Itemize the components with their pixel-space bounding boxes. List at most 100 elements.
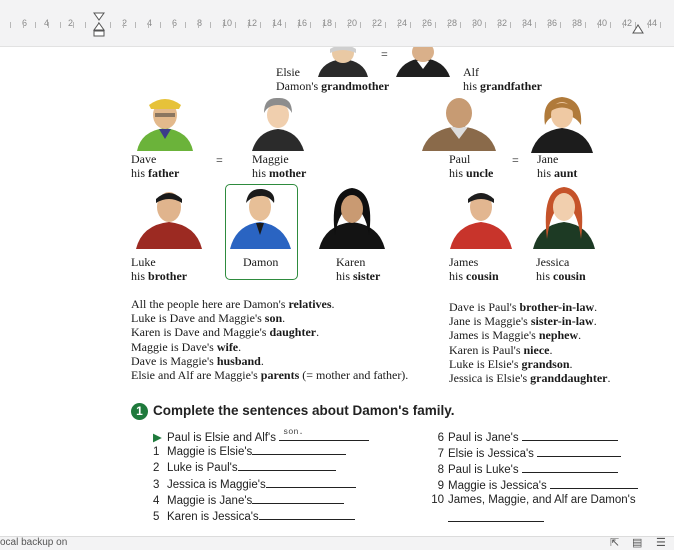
ruler-tick	[385, 22, 386, 28]
ruler-tick	[510, 22, 511, 28]
facts-right-column: Dave is Paul's brother-in-law. Jane is M…	[449, 300, 611, 385]
exercise-item: 2 Luke is Paul's	[153, 460, 336, 475]
james-relation: his cousin	[449, 269, 499, 283]
ruler-number: 18	[322, 18, 333, 28]
exercise-item: 8 Paul is Luke's	[426, 462, 618, 477]
ruler-tick	[185, 22, 186, 28]
ruler-tick	[622, 22, 624, 28]
karen-relation: his sister	[336, 269, 381, 283]
ruler-number: 36	[547, 18, 558, 28]
answer-blank[interactable]	[258, 509, 355, 520]
luke-portrait	[136, 192, 202, 249]
ruler-tick	[210, 22, 211, 28]
fact-line: Jane is Maggie's sister-in-law.	[449, 314, 597, 329]
jessica-name: Jessica	[536, 255, 570, 269]
answer-blank[interactable]	[521, 430, 618, 441]
answer-blank[interactable]	[549, 478, 638, 489]
ruler-tick	[322, 22, 324, 28]
answer-blank[interactable]	[237, 460, 336, 471]
ruler-tick	[572, 22, 574, 28]
karen-portrait	[319, 188, 385, 249]
fact-line: All the people here are Damon's relative…	[131, 297, 335, 311]
fact-line: Luke is Dave and Maggie's son.	[131, 311, 286, 326]
ruler-number: 12	[247, 18, 258, 28]
ruler-tick	[247, 22, 249, 28]
fact-line: Jessica is Elsie's granddaughter.	[449, 371, 611, 386]
ruler-number: 14	[272, 18, 283, 28]
ruler-tick	[10, 22, 11, 28]
ruler-tick	[435, 22, 436, 28]
ruler-tick	[460, 22, 461, 28]
first-line-indent-marker[interactable]	[92, 12, 106, 38]
answer-blank[interactable]	[252, 493, 345, 504]
jane-relation: his aunt	[537, 166, 578, 180]
ruler-number: 24	[397, 18, 408, 28]
ruler-number: 40	[597, 18, 608, 28]
dave-portrait	[137, 99, 193, 151]
luke-name: Luke	[131, 255, 156, 269]
list-view-icon[interactable]: ☰	[656, 537, 666, 549]
answer-blank[interactable]	[448, 511, 544, 522]
ruler-tick	[422, 22, 424, 28]
answer-blank[interactable]	[252, 444, 347, 455]
jane-name: Jane	[537, 152, 559, 166]
ruler-tick	[472, 22, 474, 28]
ruler-tick	[597, 22, 599, 28]
elsie-name: Elsie	[276, 65, 300, 79]
elsie-relation: Damon's grandmother	[276, 79, 390, 93]
exercise-item: 9 Maggie is Jessica's	[426, 478, 638, 493]
ruler-tick	[35, 22, 36, 28]
right-indent-marker[interactable]	[632, 22, 644, 34]
ruler-number: 32	[497, 18, 508, 28]
ruler-tick	[160, 22, 161, 28]
backup-status-text: ocal backup on	[0, 537, 68, 548]
fact-line: Dave is Maggie's husband.	[131, 353, 264, 368]
ruler-tick	[410, 22, 411, 28]
exercise-item: 1 Maggie is Elsie's	[153, 444, 347, 459]
ruler-tick	[660, 22, 661, 28]
ruler-number: 26	[422, 18, 433, 28]
ruler-number: 28	[447, 18, 458, 28]
exercise-item-continuation	[448, 511, 544, 526]
dave-relation: his father	[131, 166, 180, 180]
jessica-relation: his cousin	[536, 269, 586, 283]
fact-line: Karen is Dave and Maggie's daughter.	[131, 325, 320, 340]
fact-line: Maggie is Dave's wife.	[131, 339, 242, 354]
ruler-tick	[222, 22, 224, 28]
jessica-portrait	[533, 187, 595, 249]
answer-blank[interactable]	[265, 477, 356, 488]
maggie-portrait	[252, 97, 304, 151]
fact-line: James is Maggie's nephew.	[449, 328, 582, 343]
ruler-tick	[547, 22, 549, 28]
ruler-tick	[47, 22, 49, 28]
page-view-icon[interactable]: ▤	[632, 537, 642, 549]
ruler-tick	[610, 22, 611, 28]
ruler-tick	[447, 22, 449, 28]
damon-name: Damon	[243, 255, 279, 269]
answer-blank[interactable]	[521, 462, 618, 473]
fact-line: Dave is Paul's brother-in-law.	[449, 300, 598, 314]
ruler-tick	[297, 22, 299, 28]
ruler-number: 42	[622, 18, 633, 28]
ruler-tick	[172, 22, 174, 28]
ruler-number: 10	[222, 18, 233, 28]
damon-portrait	[230, 188, 291, 249]
exercise-item: 5 Karen is Jessica's	[153, 509, 355, 524]
answer-blank[interactable]	[537, 446, 622, 457]
document-page: = Elsie Damon's grandmother Alf his gran…	[0, 47, 674, 535]
ruler-tick	[272, 22, 274, 28]
fullscreen-icon[interactable]: ⇱	[610, 537, 619, 549]
james-name: James	[449, 255, 479, 269]
fact-line: Luke is Elsie's grandson.	[449, 356, 573, 371]
ruler-tick	[335, 22, 336, 28]
ruler-tick	[85, 22, 86, 28]
exercise-item: 6 Paul is Jane's	[426, 430, 618, 445]
horizontal-ruler[interactable]: 6 4 2 2 4 6 8 10 12 14 16 18 20 22 24 26 28 30 32 34 36 38 40 4…	[0, 0, 674, 47]
ruler-tick	[260, 22, 261, 28]
facts-left-column: All the people here are Damon's relative…	[131, 297, 408, 382]
maggie-name: Maggie	[252, 152, 289, 166]
dave-name: Dave	[131, 152, 157, 166]
ruler-tick	[485, 22, 486, 28]
ruler-tick	[585, 22, 586, 28]
ruler-tick	[347, 22, 349, 28]
